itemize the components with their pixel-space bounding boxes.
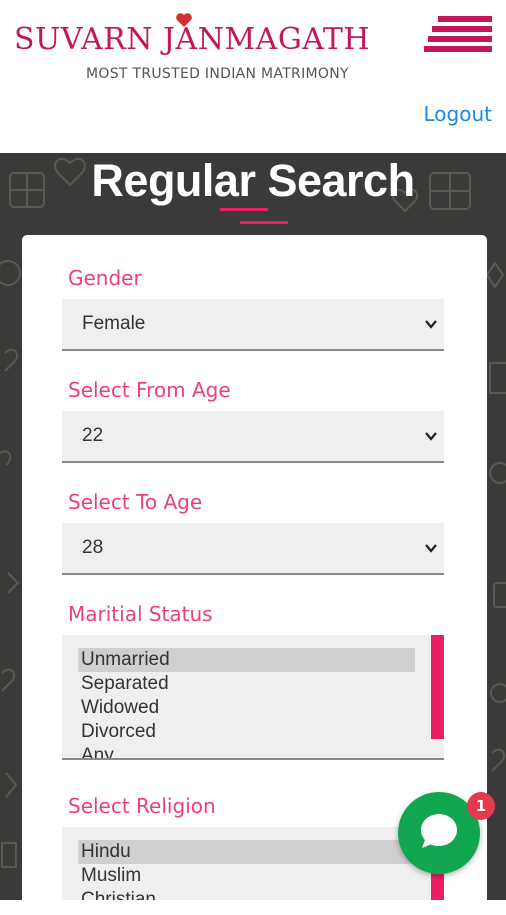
list-option[interactable]: Widowed [78,696,415,720]
chat-bubble-icon [421,814,457,848]
brand-tagline: MOST TRUSTED INDIAN MATRIMONY [86,66,349,82]
stripes-icon [424,16,492,52]
to-age-value: 28 [82,537,104,558]
list-option[interactable]: Unmarried [78,648,415,672]
chevron-down-icon [425,432,437,441]
heart-icon [176,13,192,27]
gender-select[interactable]: Female [62,299,444,351]
list-option[interactable]: Hindu [78,840,415,864]
to-age-select[interactable]: 28 [62,523,444,575]
list-option[interactable]: Muslim [78,864,415,888]
logout-link[interactable]: Logout [424,102,492,126]
chevron-down-icon [425,320,437,329]
marital-status-listbox[interactable]: Unmarried Separated Widowed Divorced Any [62,635,444,760]
religion-label: Select Religion [68,794,216,818]
list-option[interactable]: Separated [78,672,415,696]
listbox-scrollbar[interactable] [431,635,444,739]
title-underline [220,208,288,224]
list-option[interactable]: Christian [78,888,415,900]
list-option[interactable]: Any [78,744,415,758]
gender-label: Gender [68,266,142,290]
chevron-down-icon [425,544,437,553]
from-age-select[interactable]: 22 [62,411,444,463]
list-option[interactable]: Divorced [78,720,415,744]
religion-listbox[interactable]: Hindu Muslim Christian [62,827,444,900]
app-header: SUVARN JANMAGATH MOST TRUSTED INDIAN MAT… [0,0,506,153]
from-age-label: Select From Age [68,378,231,402]
page-title: Regular Search [91,155,415,206]
gender-value: Female [82,313,146,334]
marital-status-label: Maritial Status [68,602,213,626]
to-age-label: Select To Age [68,490,203,514]
notification-badge: 1 [467,792,495,820]
from-age-value: 22 [82,425,104,446]
